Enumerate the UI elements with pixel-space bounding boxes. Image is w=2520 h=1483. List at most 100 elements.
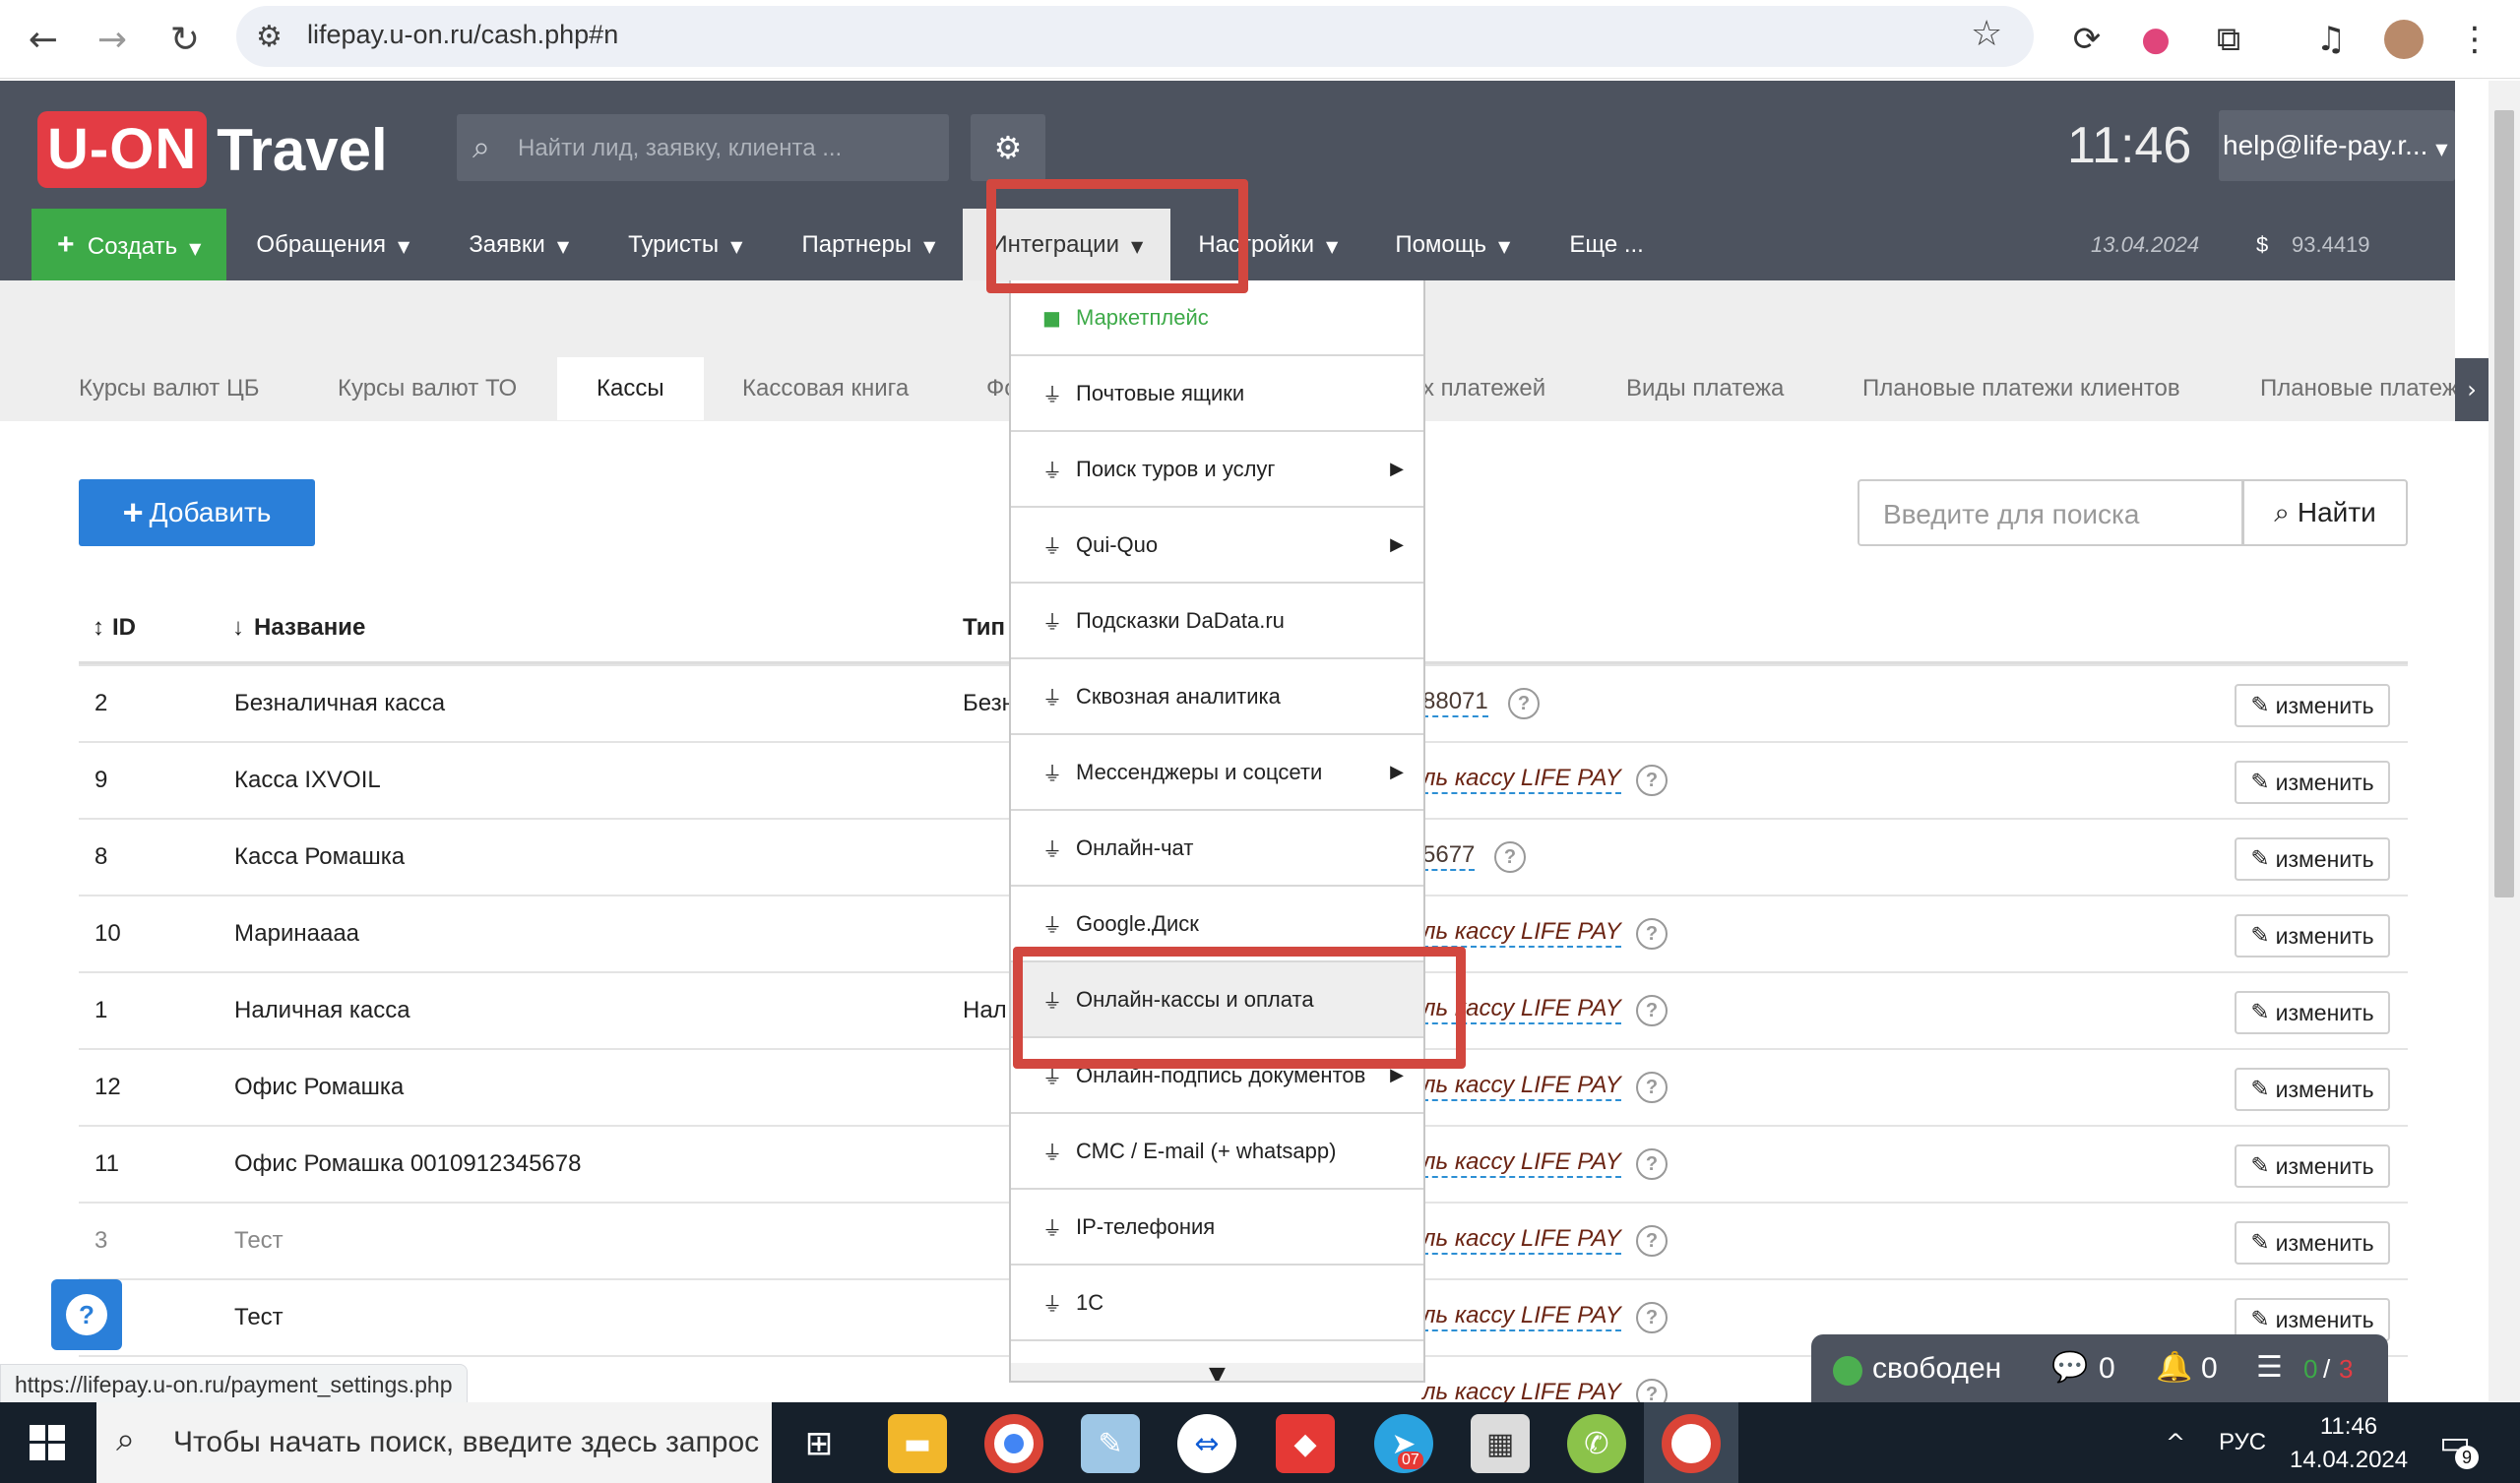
add-button[interactable]: + Добавить: [79, 479, 315, 546]
dropdown-item-dadata[interactable]: ⏚ Подсказки DaData.ru: [1011, 584, 1423, 659]
file-explorer-icon[interactable]: ▬: [888, 1414, 947, 1473]
row-link[interactable]: ль кассу LIFE PAY: [1422, 1379, 1621, 1402]
notification-center-icon[interactable]: ▭: [2439, 1402, 2471, 1483]
row-link[interactable]: ль кассу LIFE PAY: [1422, 1072, 1621, 1101]
browser-menu-icon[interactable]: ⋮: [2447, 12, 2502, 67]
page-scrollbar[interactable]: [2488, 81, 2520, 1401]
nav-tourists[interactable]: Туристы ▼: [598, 209, 772, 280]
tab-to-rates[interactable]: Курсы валют ТО: [338, 357, 517, 420]
row-link[interactable]: 5677: [1422, 841, 1476, 871]
col-header-name[interactable]: Название: [254, 614, 365, 642]
help-icon[interactable]: ?: [1636, 1072, 1668, 1103]
address-url[interactable]: lifepay.u-on.ru/cash.php#n: [307, 20, 618, 50]
edit-button[interactable]: ✎ изменить: [2235, 1068, 2390, 1111]
help-icon[interactable]: ?: [1636, 1379, 1668, 1402]
calculator-icon[interactable]: ▦: [1471, 1414, 1530, 1473]
bell-icon[interactable]: 🔔: [2156, 1350, 2192, 1385]
row-link[interactable]: ль кассу LIFE PAY: [1422, 765, 1621, 794]
tasks-list-icon[interactable]: ☰: [2256, 1350, 2283, 1385]
nav-partners[interactable]: Партнеры ▼: [772, 209, 951, 280]
help-icon[interactable]: ?: [1636, 765, 1668, 796]
tray-clock[interactable]: 11:46 14.04.2024: [2290, 1410, 2408, 1477]
find-button[interactable]: ⌕ Найти: [2242, 479, 2408, 546]
address-bar[interactable]: ⚙ lifepay.u-on.ru/cash.php#n ☆: [236, 6, 2034, 67]
col-header-id[interactable]: ID: [112, 614, 136, 642]
dropdown-item-qui-quo[interactable]: ⏚ Qui-Quo ▶: [1011, 508, 1423, 584]
dropdown-item-ip-telephony[interactable]: ⏚ IP-телефония: [1011, 1190, 1423, 1266]
tray-chevron-up-icon[interactable]: ^: [2166, 1402, 2185, 1483]
teamviewer-icon[interactable]: ⇔: [1177, 1414, 1236, 1473]
search-settings-gear-icon[interactable]: ⚙: [971, 114, 1045, 181]
extension-icon-pink[interactable]: ●: [2128, 12, 2183, 67]
edit-button[interactable]: ✎ изменить: [2235, 1221, 2390, 1265]
dropdown-item-messengers[interactable]: ⏚ Мессенджеры и соцсети ▶: [1011, 735, 1423, 811]
dropdown-scroll-down-icon[interactable]: ▼: [1011, 1363, 1423, 1381]
dropdown-item-online-chat[interactable]: ⏚ Онлайн-чат: [1011, 811, 1423, 887]
profile-avatar[interactable]: [2376, 12, 2431, 67]
reload-icon[interactable]: ↻: [159, 14, 211, 65]
forward-icon[interactable]: →: [87, 14, 138, 65]
col-header-type[interactable]: Тип: [963, 614, 1005, 642]
site-settings-icon[interactable]: ⚙: [256, 20, 283, 54]
dropdown-item-tour-search[interactable]: ⏚ Поиск туров и услуг ▶: [1011, 432, 1423, 508]
edit-button[interactable]: ✎ изменить: [2235, 1144, 2390, 1188]
help-icon[interactable]: ?: [1494, 841, 1526, 873]
windows-start-icon[interactable]: [0, 1402, 94, 1483]
table-search-input[interactable]: Введите для поиска: [1858, 479, 2243, 546]
dropdown-item-analytics[interactable]: ⏚ Сквозная аналитика: [1011, 659, 1423, 735]
dropdown-item-1c[interactable]: ⏚ 1С: [1011, 1266, 1423, 1341]
nav-requests[interactable]: Заявки ▼: [439, 209, 598, 280]
help-icon[interactable]: ?: [1636, 1148, 1668, 1180]
help-icon[interactable]: ?: [1636, 995, 1668, 1026]
task-view-icon[interactable]: ⊞: [789, 1414, 849, 1473]
operator-status-widget[interactable]: свободен 💬 0 🔔 0 ☰ 0 / 3: [1811, 1334, 2388, 1405]
edit-button[interactable]: ✎ изменить: [2235, 761, 2390, 804]
tab-payment-types-partial[interactable]: х платежей: [1422, 357, 1545, 420]
sync-extension-icon[interactable]: ⟳: [2059, 12, 2114, 67]
tab-planned-client-payments[interactable]: Плановые платежи клиентов: [1862, 357, 2180, 420]
scrollbar-thumb[interactable]: [2494, 110, 2514, 897]
edit-button[interactable]: ✎ изменить: [2235, 991, 2390, 1034]
uon-logo[interactable]: U-ON Travel: [37, 110, 388, 189]
help-icon[interactable]: ?: [1508, 688, 1540, 719]
help-icon[interactable]: ?: [1636, 918, 1668, 950]
row-link[interactable]: ль кассу LIFE PAY: [1422, 1148, 1621, 1178]
row-link[interactable]: ль кассу LIFE PAY: [1422, 918, 1621, 948]
input-language[interactable]: РУС: [2219, 1402, 2266, 1483]
tab-payment-kinds[interactable]: Виды платежа: [1626, 357, 1784, 420]
sort-both-icon[interactable]: ↕: [93, 614, 104, 642]
extensions-puzzle-icon[interactable]: ⧉: [2201, 12, 2256, 67]
media-control-icon[interactable]: ♫: [2303, 12, 2359, 67]
edit-button[interactable]: ✎ изменить: [2235, 684, 2390, 727]
bookmark-star-icon[interactable]: ☆: [1971, 14, 2002, 54]
user-menu[interactable]: help@life-pay.r... ▼: [2219, 110, 2455, 181]
row-link[interactable]: ль кассу LIFE PAY: [1422, 1302, 1621, 1331]
anydesk-icon[interactable]: ◆: [1276, 1414, 1335, 1473]
row-link[interactable]: 88071: [1422, 688, 1488, 717]
nav-help[interactable]: Помощь ▼: [1365, 209, 1540, 280]
row-link[interactable]: ль кассу LIFE PAY: [1422, 1225, 1621, 1255]
notepad-icon[interactable]: ✎: [1081, 1414, 1140, 1473]
chat-bubble-icon[interactable]: 💬: [2051, 1350, 2088, 1385]
nav-appeals[interactable]: Обращения ▼: [226, 209, 439, 280]
back-icon[interactable]: ←: [18, 14, 69, 65]
help-icon[interactable]: ?: [1636, 1302, 1668, 1333]
dropdown-item-sms-email[interactable]: ⏚ СМС / E-mail (+ whatsapp): [1011, 1114, 1423, 1190]
sort-down-icon[interactable]: ↓: [232, 614, 244, 642]
edit-button[interactable]: ✎ изменить: [2235, 837, 2390, 881]
tab-cash-book[interactable]: Кассовая книга: [742, 357, 909, 420]
nav-more[interactable]: Еще ...: [1540, 209, 1673, 280]
tab-planned-payments[interactable]: Плановые платеж: [2260, 357, 2455, 420]
taskbar-search[interactable]: ⌕ Чтобы начать поиск, введите здесь запр…: [96, 1402, 772, 1483]
tab-cb-rates[interactable]: Курсы валют ЦБ: [79, 357, 259, 420]
global-search-input[interactable]: ⌕ Найти лид, заявку, клиента ...: [457, 114, 949, 181]
dropdown-item-mailboxes[interactable]: ⏚ Почтовые ящики: [1011, 356, 1423, 432]
phone-app-icon[interactable]: ✆: [1567, 1414, 1626, 1473]
edit-button[interactable]: ✎ изменить: [2235, 914, 2390, 958]
nav-create[interactable]: + Создать ▼: [32, 209, 227, 280]
help-chat-button[interactable]: ?: [51, 1279, 122, 1350]
chevron-right-icon[interactable]: ›: [2455, 358, 2488, 421]
chrome-icon[interactable]: [984, 1414, 1043, 1473]
tab-cash-registers[interactable]: Кассы: [557, 357, 704, 420]
help-icon[interactable]: ?: [1636, 1225, 1668, 1257]
